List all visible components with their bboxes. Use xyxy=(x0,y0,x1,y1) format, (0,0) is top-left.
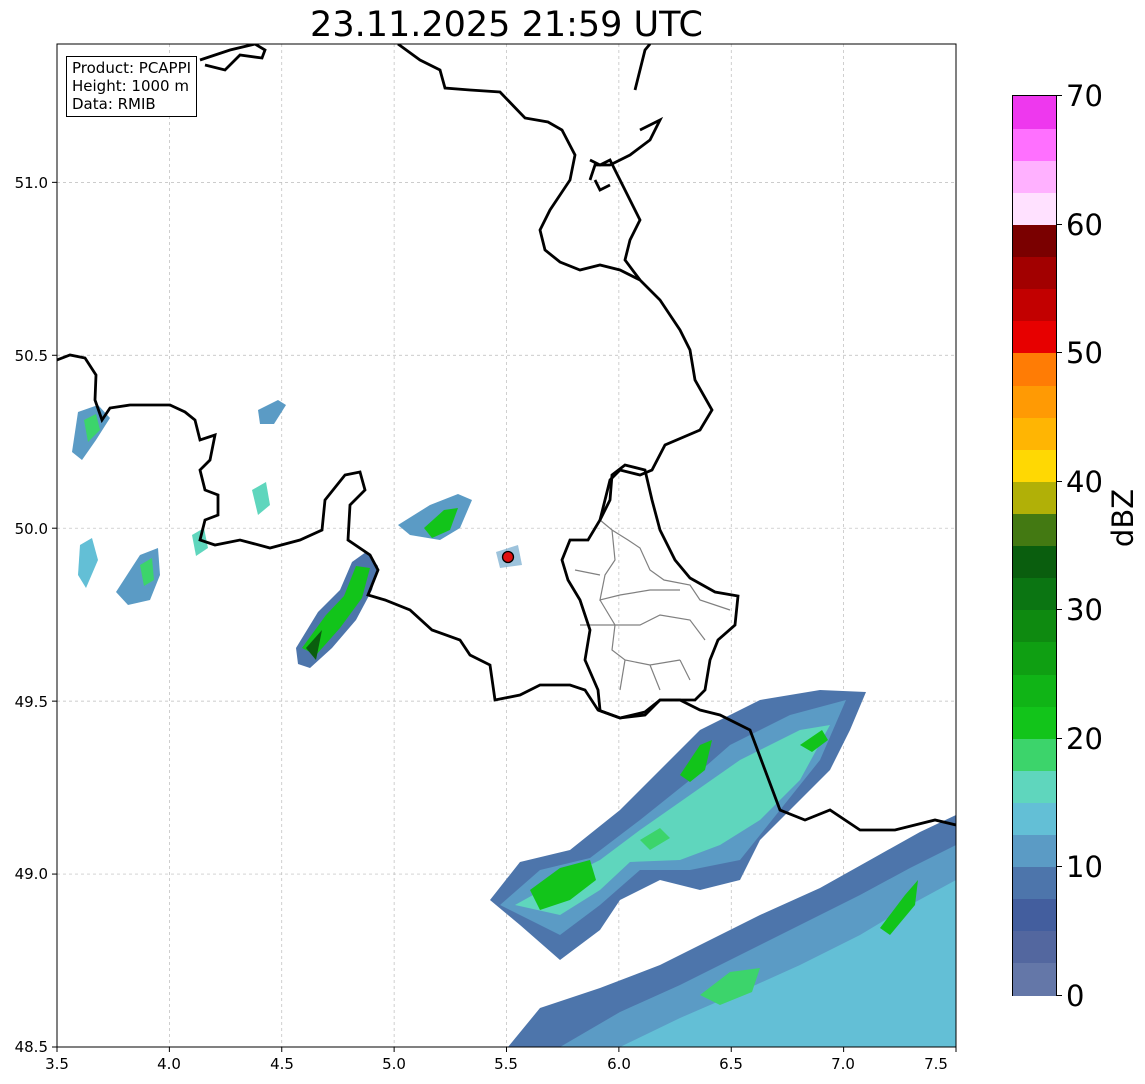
colorbar-tick-mark xyxy=(1057,738,1062,739)
colorbar-segment xyxy=(1013,673,1056,707)
colorbar xyxy=(1012,95,1057,996)
x-tick-label: 6.0 xyxy=(607,1055,631,1073)
y-tick-label: 49.0 xyxy=(14,865,48,883)
colorbar-segment xyxy=(1013,320,1056,354)
colorbar-tick-mark xyxy=(1057,95,1062,96)
colorbar-segment xyxy=(1013,545,1056,579)
colorbar-tick-label: 50 xyxy=(1066,336,1103,370)
x-tick-label: 4.0 xyxy=(157,1055,181,1073)
product-label: Product: PCAPPI xyxy=(72,59,192,77)
colorbar-segment xyxy=(1013,609,1056,643)
data-source-label: Data: RMIB xyxy=(72,95,156,113)
colorbar-segment xyxy=(1013,834,1056,868)
y-tick-label: 49.5 xyxy=(14,693,48,711)
colorbar-segment xyxy=(1013,96,1056,129)
colorbar-segment xyxy=(1013,513,1056,547)
colorbar-segment xyxy=(1013,930,1056,964)
colorbar-tick-mark xyxy=(1057,995,1062,996)
y-tick-label: 48.5 xyxy=(14,1038,48,1056)
y-tick-label: 51.0 xyxy=(14,174,48,192)
colorbar-segment xyxy=(1013,962,1056,996)
colorbar-segment xyxy=(1013,866,1056,900)
x-tick-label: 7.5 xyxy=(924,1055,948,1073)
x-tick-label: 7.0 xyxy=(831,1055,855,1073)
x-tick-label: 4.5 xyxy=(270,1055,294,1073)
colorbar-segment xyxy=(1013,802,1056,836)
colorbar-tick-label: 0 xyxy=(1066,979,1085,1013)
colorbar-tick-label: 40 xyxy=(1066,465,1103,499)
x-tick-label: 3.5 xyxy=(45,1055,69,1073)
colorbar-segment xyxy=(1013,738,1056,771)
colorbar-segment xyxy=(1013,288,1056,322)
colorbar-segment xyxy=(1013,160,1056,193)
y-tick-label: 50.5 xyxy=(14,347,48,365)
colorbar-segment xyxy=(1013,770,1056,803)
colorbar-tick-label: 60 xyxy=(1066,208,1103,242)
x-tick-label: 5.0 xyxy=(382,1055,406,1073)
colorbar-segment xyxy=(1013,192,1056,226)
colorbar-segment xyxy=(1013,417,1056,450)
colorbar-tick-label: 20 xyxy=(1066,722,1103,756)
colorbar-segment xyxy=(1013,449,1056,482)
height-label: Height: 1000 m xyxy=(72,77,189,95)
x-tick-label: 6.5 xyxy=(719,1055,743,1073)
product-info-box: Product: PCAPPI Height: 1000 m Data: RMI… xyxy=(66,56,198,117)
colorbar-tick-mark xyxy=(1057,224,1062,225)
colorbar-tick-label: 30 xyxy=(1066,593,1103,627)
colorbar-segment xyxy=(1013,641,1056,675)
colorbar-segment xyxy=(1013,384,1056,418)
colorbar-tick-mark xyxy=(1057,352,1062,353)
colorbar-segment xyxy=(1013,352,1056,386)
colorbar-tick-label: 10 xyxy=(1066,850,1103,884)
colorbar-segment xyxy=(1013,256,1056,290)
colorbar-tick-mark xyxy=(1057,609,1062,610)
colorbar-tick-mark xyxy=(1057,866,1062,867)
radar-site-marker xyxy=(501,550,515,564)
colorbar-tick-mark xyxy=(1057,481,1062,482)
colorbar-label: dBZ xyxy=(1106,488,1140,548)
colorbar-segment xyxy=(1013,224,1056,258)
colorbar-segment xyxy=(1013,481,1056,514)
colorbar-segment xyxy=(1013,706,1056,739)
map-title: 23.11.2025 21:59 UTC xyxy=(310,5,703,45)
colorbar-segment xyxy=(1013,898,1056,932)
colorbar-tick-label: 70 xyxy=(1066,79,1103,113)
x-tick-label: 5.5 xyxy=(494,1055,518,1073)
colorbar-segment xyxy=(1013,577,1056,611)
radar-map[interactable] xyxy=(0,0,1145,1084)
colorbar-segment xyxy=(1013,128,1056,161)
y-tick-label: 50.0 xyxy=(14,520,48,538)
